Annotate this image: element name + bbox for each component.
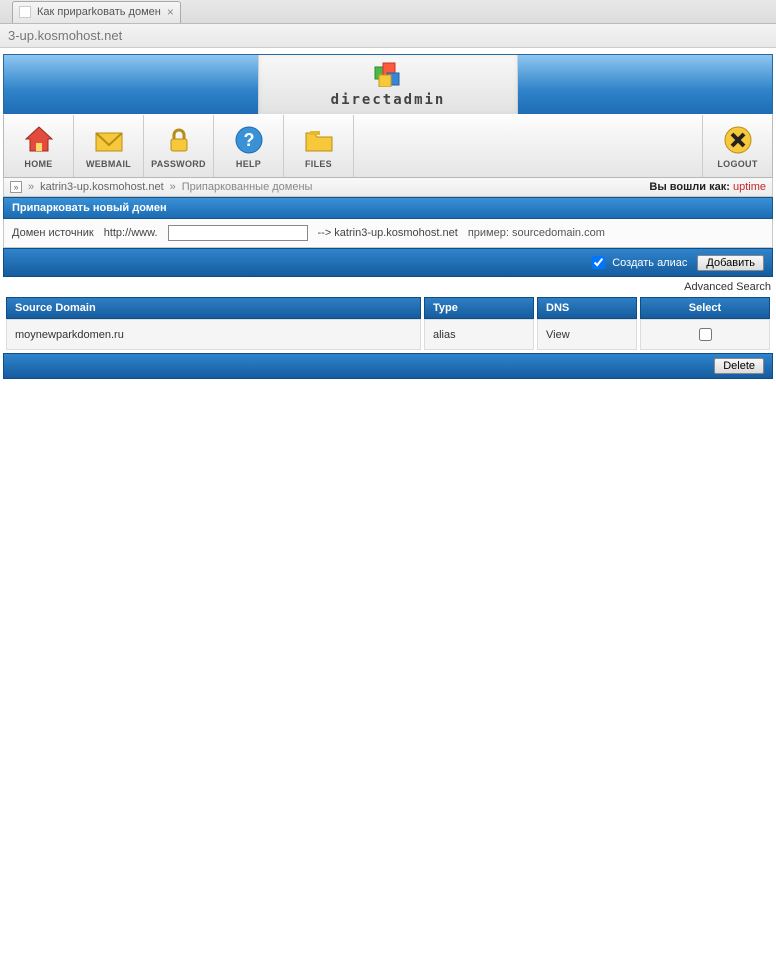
files-button[interactable]: FILES <box>284 115 354 177</box>
logo-text: directadmin <box>331 92 446 108</box>
close-icon[interactable]: × <box>167 5 174 19</box>
advanced-search-link[interactable]: Advanced Search <box>684 281 771 293</box>
logout-icon <box>721 123 755 157</box>
browser-tab-strip: Как приparkовать домен × <box>0 0 776 24</box>
toolbar-spacer <box>354 115 702 177</box>
header-banner: directadmin <box>3 54 773 114</box>
domains-table: Source Domain Type DNS Select moynewpark… <box>3 297 773 350</box>
logout-label: LOGOUT <box>717 159 757 169</box>
add-button[interactable] <box>697 255 764 271</box>
folder-icon <box>302 123 336 157</box>
webmail-label: WEBMAIL <box>86 159 131 169</box>
home-label: HOME <box>24 159 52 169</box>
home-button[interactable]: HOME <box>4 115 74 177</box>
create-alias-checkbox-label[interactable]: Создать алиас <box>588 253 687 272</box>
logout-button[interactable]: LOGOUT <box>702 115 772 177</box>
domain-suffix: --> katrin3-up.kosmohost.net <box>318 227 458 239</box>
park-title-bar: Припарковать новый домен <box>3 197 773 219</box>
create-alias-text: Создать алиас <box>612 257 687 269</box>
lock-icon <box>162 123 196 157</box>
crumb-sep: » <box>28 181 34 193</box>
help-label: HELP <box>236 159 261 169</box>
th-select[interactable]: Select <box>640 297 770 319</box>
browser-tab[interactable]: Как приparkовать домен × <box>12 1 181 23</box>
action-bar: Создать алиас <box>3 248 773 277</box>
breadcrumb: » » katrin3-up.kosmohost.net » Припарков… <box>3 178 773 197</box>
row-select-checkbox[interactable] <box>699 328 712 341</box>
th-dns[interactable]: DNS <box>537 297 637 319</box>
url-prefix: http://www. <box>104 227 158 239</box>
tab-title: Как приparkовать домен <box>37 6 161 18</box>
crumb-current: Припаркованные домены <box>182 181 313 193</box>
svg-text:?: ? <box>243 130 254 150</box>
help-button[interactable]: ? HELP <box>214 115 284 177</box>
crumb-sep: » <box>170 181 176 193</box>
password-button[interactable]: PASSWORD <box>144 115 214 177</box>
home-icon <box>22 123 56 157</box>
dns-view-link[interactable]: View <box>546 329 570 341</box>
cell-type: alias <box>424 319 534 350</box>
password-label: PASSWORD <box>151 159 206 169</box>
create-alias-checkbox[interactable] <box>592 256 605 269</box>
source-domain-input[interactable] <box>168 225 308 241</box>
park-form-row: Домен источник http://www. --> katrin3-u… <box>3 219 773 248</box>
address-bar[interactable]: 3-up.kosmohost.net <box>0 24 776 48</box>
domain-example: пример: sourcedomain.com <box>468 227 605 239</box>
logo-box: directadmin <box>258 55 518 114</box>
delete-bar <box>3 353 773 379</box>
table-row: moynewparkdomen.rualias View <box>6 319 770 350</box>
favicon-icon <box>19 6 31 18</box>
expand-icon[interactable]: » <box>10 181 22 193</box>
help-icon: ? <box>232 123 266 157</box>
mail-icon <box>92 123 126 157</box>
delete-button[interactable] <box>714 358 764 374</box>
files-label: FILES <box>305 159 332 169</box>
crumb-domain-link[interactable]: katrin3-up.kosmohost.net <box>40 181 164 193</box>
main-toolbar: HOME WEBMAIL PASSWORD ? HELP FILES <box>3 114 773 178</box>
th-source[interactable]: Source Domain <box>6 297 421 319</box>
source-domain-label: Домен источник <box>12 227 94 239</box>
logged-in-user[interactable]: uptime <box>733 181 766 193</box>
address-url: 3-up.kosmohost.net <box>8 28 122 43</box>
th-type[interactable]: Type <box>424 297 534 319</box>
cell-source: moynewparkdomen.ru <box>6 319 421 350</box>
directadmin-logo-icon <box>373 61 403 90</box>
logged-in-label: Вы вошли как: <box>649 181 730 193</box>
cell-dns: View <box>537 319 637 350</box>
cell-select <box>640 319 770 350</box>
webmail-button[interactable]: WEBMAIL <box>74 115 144 177</box>
